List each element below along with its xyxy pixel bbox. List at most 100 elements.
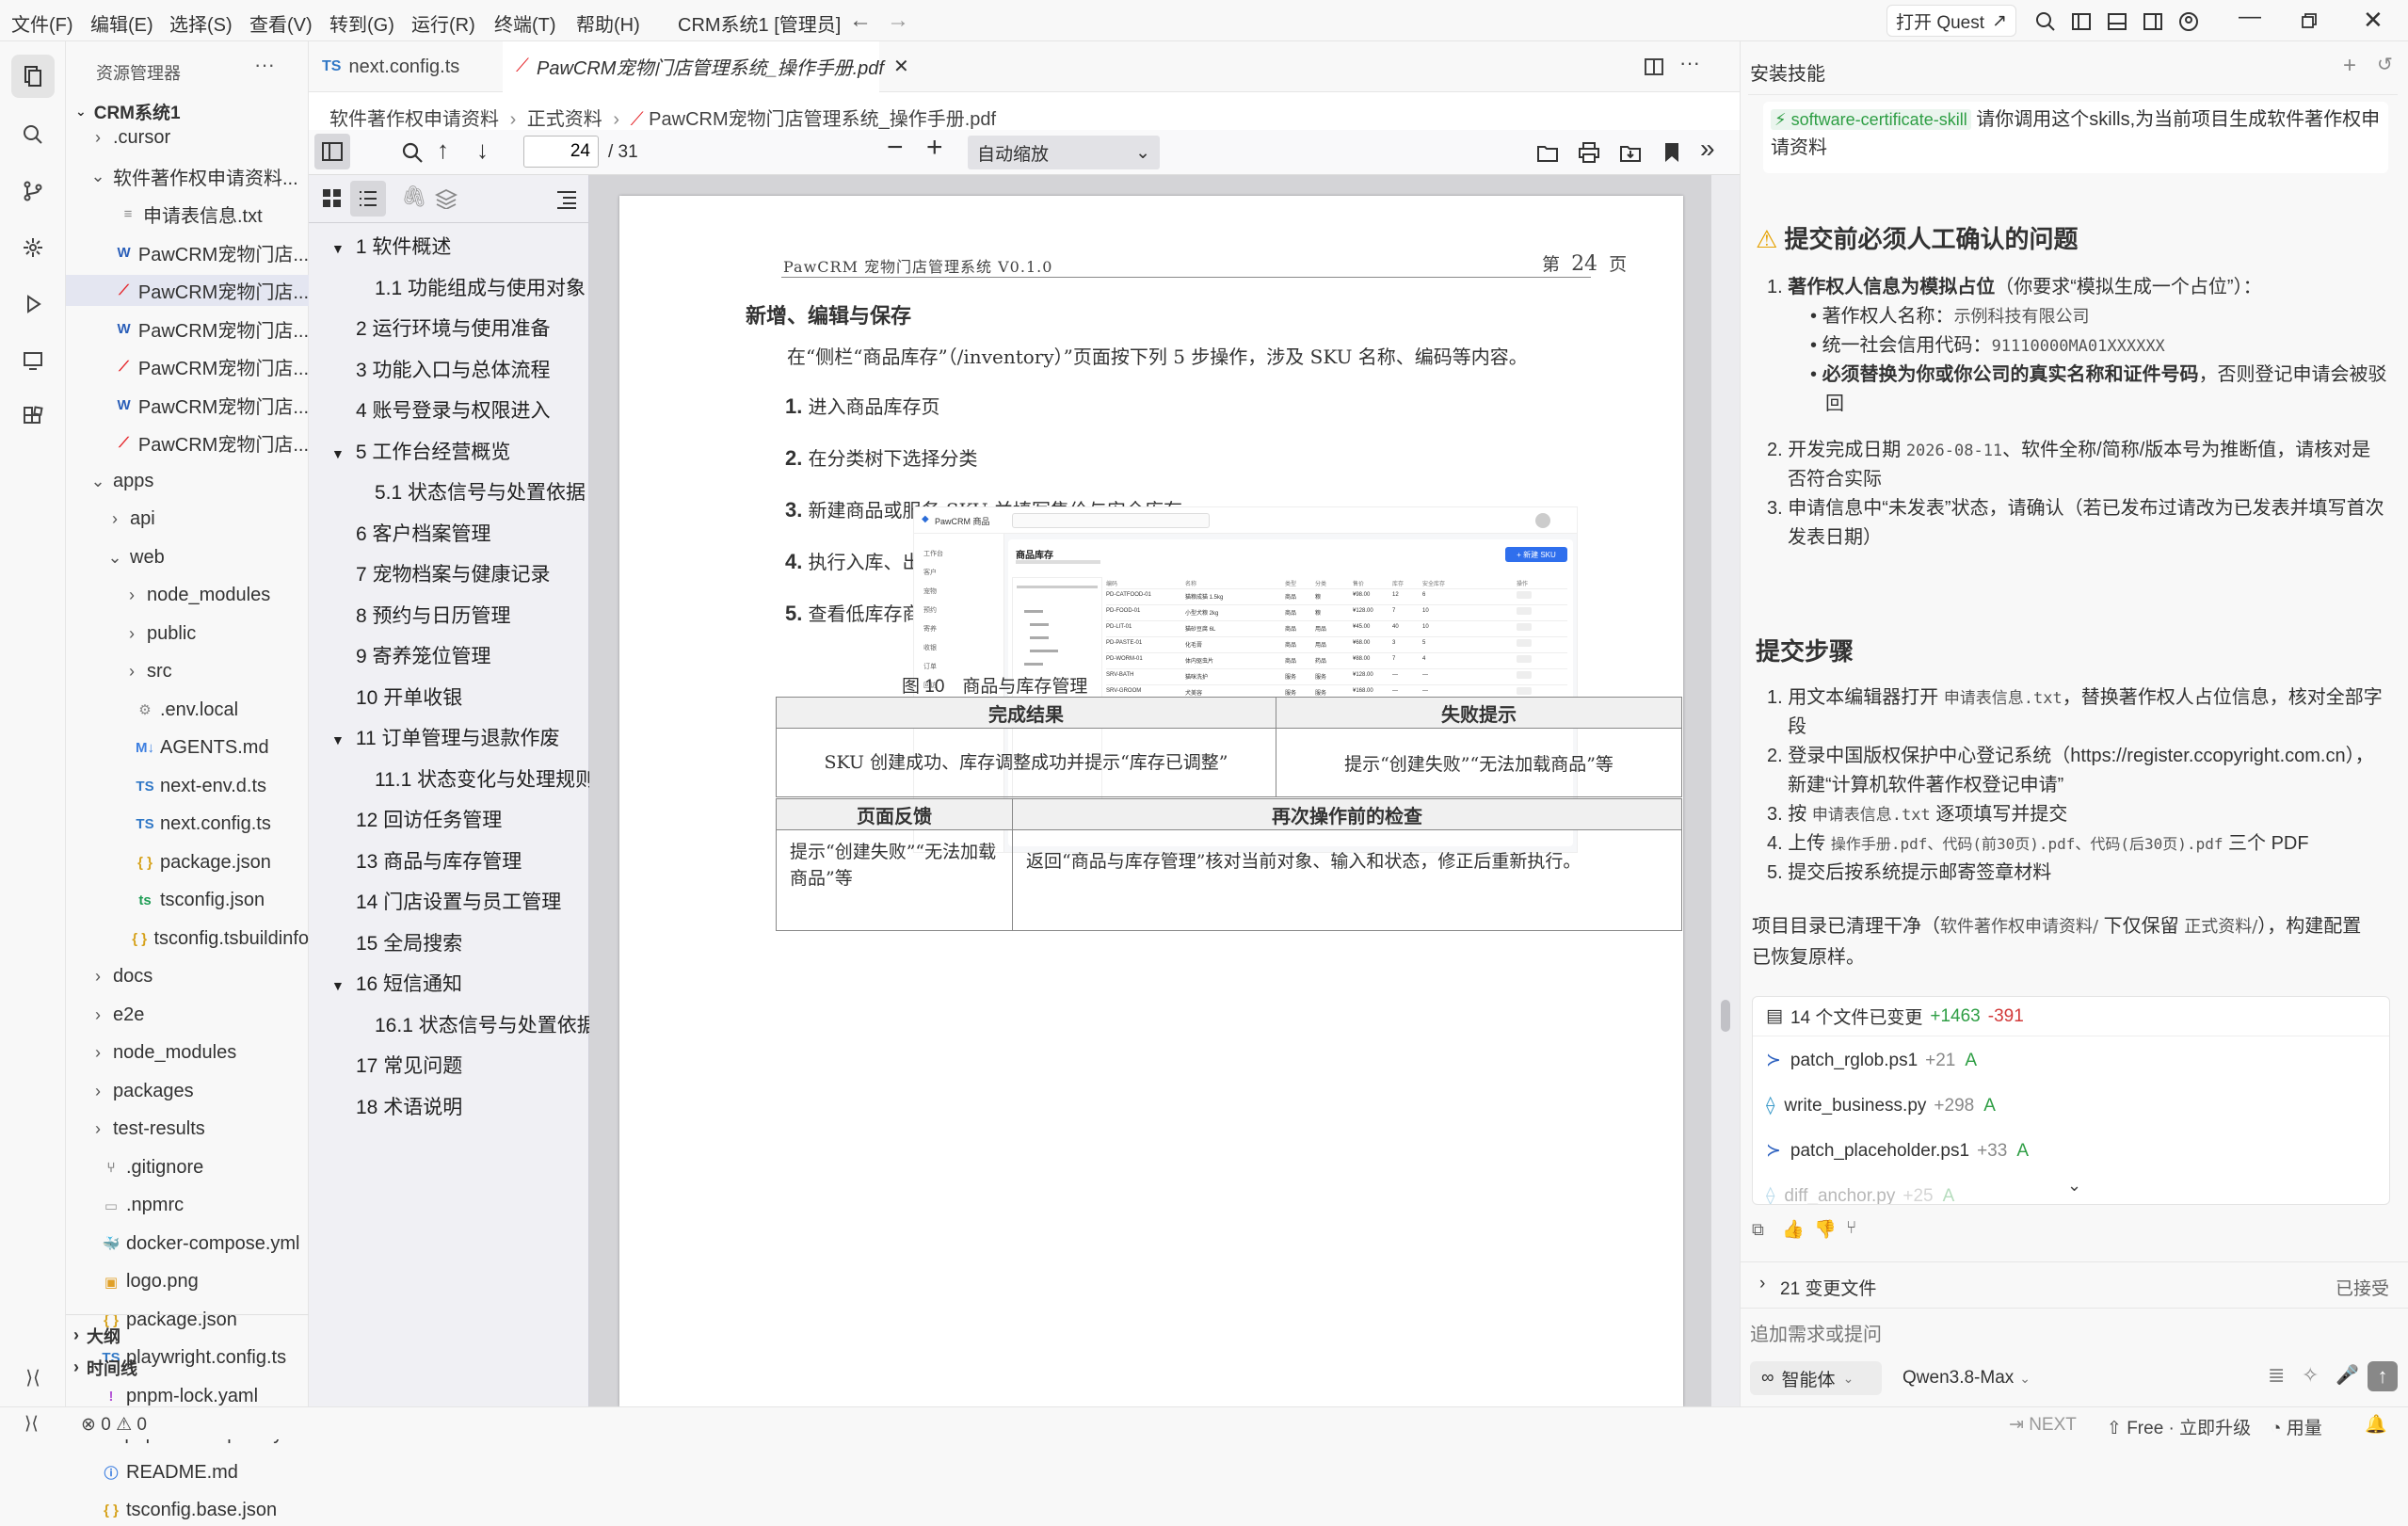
timeline-section[interactable]: › 时间线	[66, 1352, 309, 1383]
tab-pdf-manual[interactable]: ⟋ PawCRM宠物门店管理系统_操作手册.pdf ✕	[503, 41, 909, 92]
tree-item[interactable]: › e2e	[66, 1000, 309, 1031]
list-icon[interactable]: ≣	[2268, 1363, 2285, 1388]
menu-edit[interactable]: 编辑(E)	[90, 9, 153, 37]
outline-section[interactable]: › 大纲	[66, 1320, 309, 1351]
open-file-icon[interactable]	[1536, 141, 1559, 164]
tree-item[interactable]: W PawCRM宠物门店...	[66, 390, 309, 421]
attachments-icon[interactable]: 🖇	[401, 185, 427, 209]
chevron-down-icon[interactable]: ⌄	[2067, 1176, 2081, 1196]
tree-item[interactable]: › src	[66, 656, 309, 687]
outline-toggle-icon[interactable]: ▼	[331, 732, 345, 747]
outline-item[interactable]: 15 全局搜索	[331, 928, 462, 956]
outline-item[interactable]: 5.1 状态信号与处置依据	[350, 477, 586, 506]
tree-item[interactable]: ⓘ README.md	[66, 1457, 309, 1488]
tree-item[interactable]: › docs	[66, 961, 309, 992]
tree-item[interactable]: ⌄ apps	[66, 466, 309, 497]
outline-item[interactable]: 13 商品与库存管理	[331, 846, 522, 875]
outline-item[interactable]: ▼ 16 短信通知	[331, 969, 462, 997]
outline-item[interactable]: 12 回访任务管理	[331, 805, 502, 833]
ai-sparkle-icon[interactable]	[11, 226, 55, 269]
menu-view[interactable]: 查看(V)	[249, 9, 313, 37]
restore-icon[interactable]	[2301, 12, 2318, 29]
changed-file-item[interactable]: ⟠ diff_anchor.py +25 A	[1766, 1185, 1954, 1204]
menu-goto[interactable]: 转到(G)	[329, 9, 394, 37]
thumbs-down-icon[interactable]: 👎	[1814, 1218, 1837, 1241]
outline-toggle-icon[interactable]: ▼	[331, 446, 345, 461]
tree-item[interactable]: W PawCRM宠物门店...	[66, 313, 309, 345]
outline-item[interactable]: 1.1 功能组成与使用对象	[350, 273, 586, 301]
problems-indicator[interactable]: ⊗ 0 ⚠ 0	[81, 1414, 147, 1436]
previous-page-icon[interactable]: ↑	[437, 136, 449, 165]
zoom-out-icon[interactable]: −	[887, 132, 904, 164]
current-outline-item-icon[interactable]	[555, 188, 578, 209]
mode-select[interactable]: ∞ 智能体 ⌄	[1750, 1361, 1882, 1395]
tree-item[interactable]: › api	[66, 504, 309, 535]
breadcrumb-item[interactable]: 正式资料	[527, 109, 602, 130]
model-select[interactable]: Qwen3.8-Max ⌄	[1902, 1361, 2053, 1395]
outline-item[interactable]: ▼ 11 订单管理与退款作废	[331, 723, 560, 751]
breadcrumb-item[interactable]: PawCRM宠物门店管理系统_操作手册.pdf	[649, 109, 996, 130]
tools-overflow-icon[interactable]: »	[1700, 134, 1715, 164]
extensions-icon[interactable]	[11, 395, 55, 439]
sparkle-icon[interactable]: ✧	[2302, 1363, 2319, 1388]
split-editor-icon[interactable]	[1644, 56, 1664, 77]
branch-icon[interactable]: ⑂	[1846, 1218, 1856, 1239]
more-actions-icon[interactable]: ···	[254, 53, 275, 77]
bookmark-icon[interactable]	[1662, 141, 1681, 164]
notifications-icon[interactable]: 🔔	[2365, 1413, 2387, 1436]
print-icon[interactable]	[1578, 141, 1600, 164]
toggle-panel-icon[interactable]	[2107, 11, 2127, 32]
open-quest-button[interactable]: 打开 Quest ↗	[1886, 5, 2016, 37]
tab-next-config[interactable]: TS next.config.ts	[309, 41, 503, 92]
menu-help[interactable]: 帮助(H)	[576, 9, 640, 37]
tree-item[interactable]: M↓ AGENTS.md	[66, 732, 309, 763]
toggle-sidebar-icon[interactable]	[2071, 11, 2092, 32]
zoom-select[interactable]: 自动缩放 ⌄	[968, 136, 1160, 169]
remote-status-icon[interactable]: ⟩⟨	[11, 1356, 55, 1399]
changed-file-item[interactable]: ≻ patch_placeholder.ps1 +33 A	[1766, 1140, 2029, 1162]
tab-more-icon[interactable]: ···	[1679, 51, 1700, 75]
outline-item[interactable]: 16.1 状态信号与处置依据	[350, 1010, 597, 1038]
tree-item[interactable]: W PawCRM宠物门店...	[66, 237, 309, 268]
outline-view-icon[interactable]	[350, 181, 386, 217]
tree-item[interactable]: › node_modules	[66, 1037, 309, 1068]
close-window-icon[interactable]: ✕	[2363, 6, 2384, 35]
tree-item[interactable]: › .cursor	[66, 122, 309, 153]
tree-item[interactable]: ⌄ web	[66, 542, 309, 573]
outline-toggle-icon[interactable]: ▼	[331, 978, 345, 993]
scrollbar-thumb[interactable]	[1721, 1000, 1730, 1032]
remote-explorer-icon[interactable]	[11, 339, 55, 382]
tree-item[interactable]: ⚙ .env.local	[66, 695, 309, 726]
back-arrow-icon[interactable]: ←	[849, 8, 872, 34]
outline-item[interactable]: 14 门店设置与员工管理	[331, 887, 561, 915]
changes-header[interactable]: ▤ 14 个文件已变更 +1463 -391	[1753, 997, 2389, 1036]
source-control-icon[interactable]	[11, 169, 55, 213]
outline-item[interactable]: 2 运行环境与使用准备	[331, 313, 551, 342]
copy-icon[interactable]: ⧉	[1752, 1220, 1764, 1240]
next-indicator[interactable]: ⇥ NEXT	[2009, 1414, 2077, 1436]
tree-item[interactable]: TS next-env.d.ts	[66, 771, 309, 802]
changed-file-item[interactable]: ⟠ write_business.py +298 A	[1766, 1095, 1996, 1116]
sidebar-toggle-icon[interactable]	[314, 134, 350, 169]
new-chat-icon[interactable]: +	[2343, 53, 2356, 79]
tree-item[interactable]: 🐳 docker-compose.yml	[66, 1229, 309, 1260]
outline-item[interactable]: 7 宠物档案与健康记录	[331, 559, 551, 587]
remote-indicator-icon[interactable]: ⟩⟨	[24, 1413, 39, 1435]
tree-item[interactable]: › packages	[66, 1076, 309, 1107]
outline-item[interactable]: 18 术语说明	[331, 1092, 462, 1120]
tree-item[interactable]: ⌄ 软件著作权申请资料...	[66, 161, 309, 192]
send-button[interactable]: ↑	[2368, 1361, 2398, 1391]
outline-item[interactable]: 11.1 状态变化与处理规则	[350, 764, 595, 793]
tree-item[interactable]: { } tsconfig.tsbuildinfo	[66, 924, 309, 955]
toggle-secondary-sidebar-icon[interactable]	[2143, 11, 2163, 32]
search-activity-icon[interactable]	[11, 113, 55, 156]
tree-item[interactable]: › public	[66, 618, 309, 650]
find-icon[interactable]	[401, 141, 424, 164]
history-icon[interactable]: ↺	[2377, 53, 2393, 76]
outline-item[interactable]: 9 寄养笼位管理	[331, 641, 491, 669]
layers-icon[interactable]	[435, 188, 458, 209]
skill-tag[interactable]: ⚡ software-certificate-skill	[1771, 109, 1971, 130]
changed-files-bar[interactable]: › 21 变更文件 已接受	[1741, 1261, 2408, 1309]
tree-item[interactable]: { } tsconfig.base.json	[66, 1495, 309, 1526]
thumbs-up-icon[interactable]: 👍	[1782, 1218, 1805, 1241]
